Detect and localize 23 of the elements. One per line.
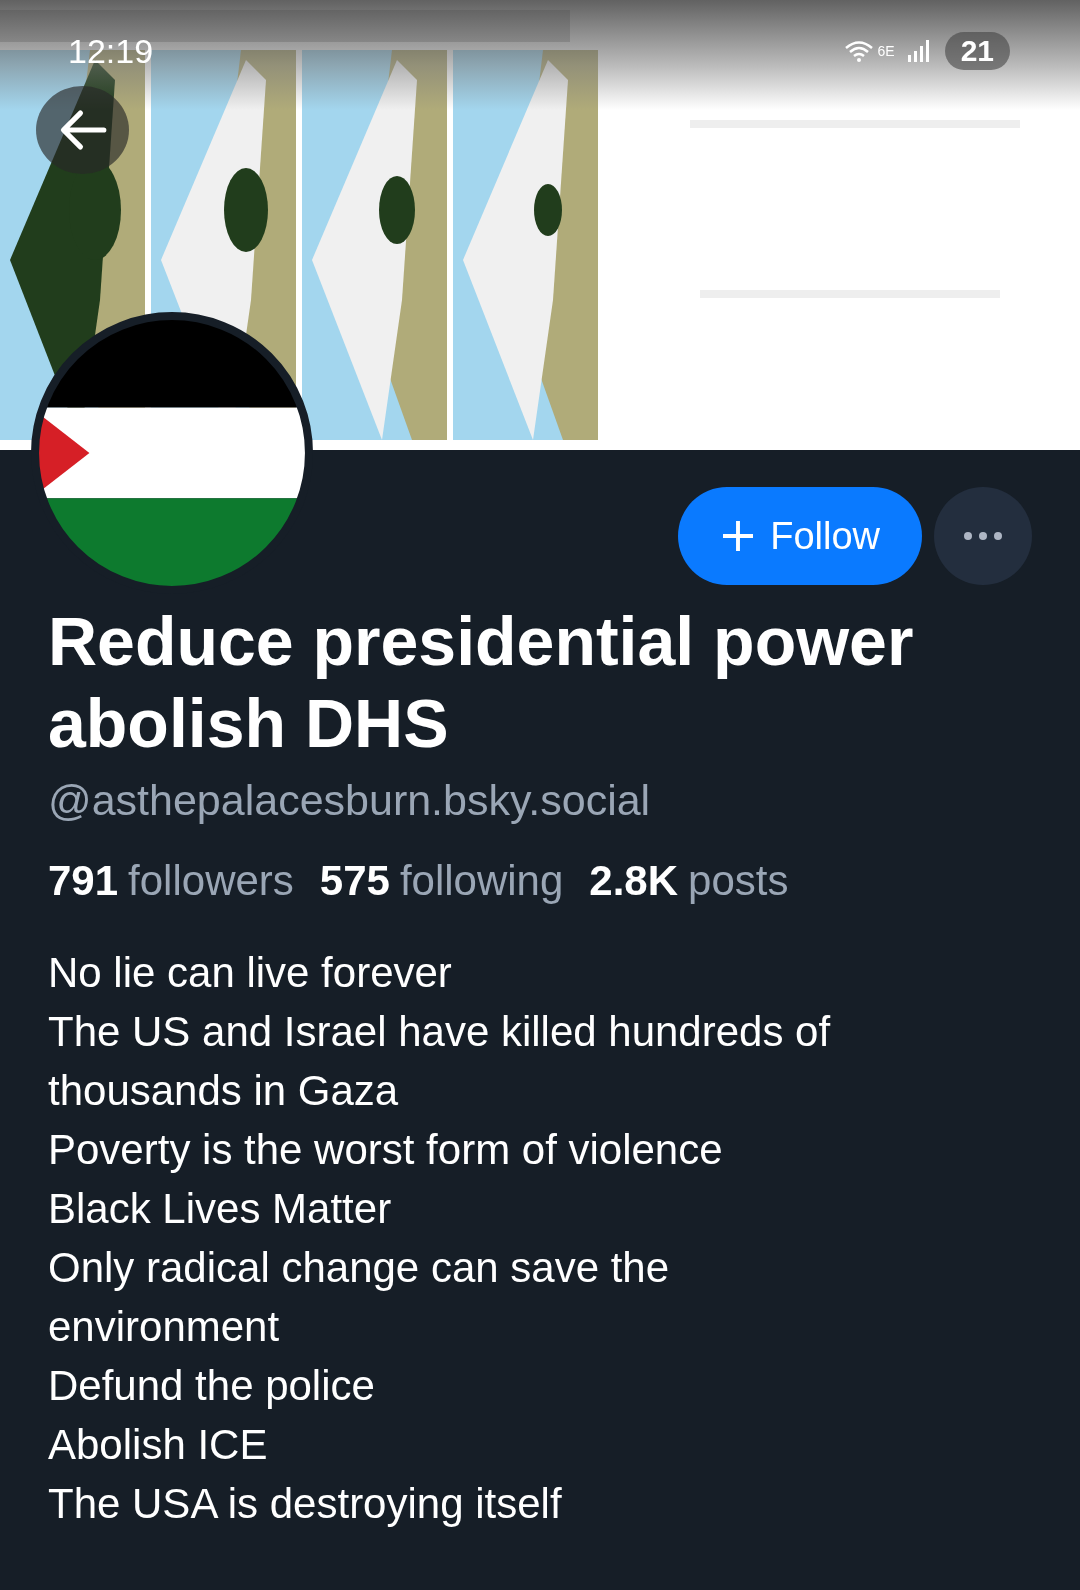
network-type: 6E [877,43,895,59]
bio-line: The USA is destroying itself [48,1479,563,1529]
bio-line: Only radical change can save the environment [48,1243,671,1352]
display-name: Reduce presidential power abolish DHS [48,602,915,763]
battery-level: 21 [944,32,1010,70]
bio-line: Defund the police [48,1361,376,1411]
clock-time: 12:19 [68,32,154,71]
signal-icon [906,39,931,63]
stat-label: following [399,857,564,905]
bio-line: Black Lives Matter [48,1184,393,1234]
wifi-icon [843,39,874,63]
stat-count: 2.8K [589,857,679,905]
stat-label: posts [688,857,789,905]
user-handle: @asthepalacesburn.bsky.social [48,776,652,825]
bio-line: Poverty is the worst form of violence [48,1125,724,1175]
stat-count: 791 [48,857,119,905]
ellipsis-icon [963,531,1003,541]
bio-line: No lie can live forever [48,948,453,998]
bio-line: The US and Israel have killed hundreds of thousands in Gaza [48,1007,832,1116]
bio-line: Abolish ICE [48,1420,269,1470]
stat-label: followers [128,857,294,905]
stat-count: 575 [319,857,390,905]
follow-button[interactable]: Follow [678,487,922,585]
